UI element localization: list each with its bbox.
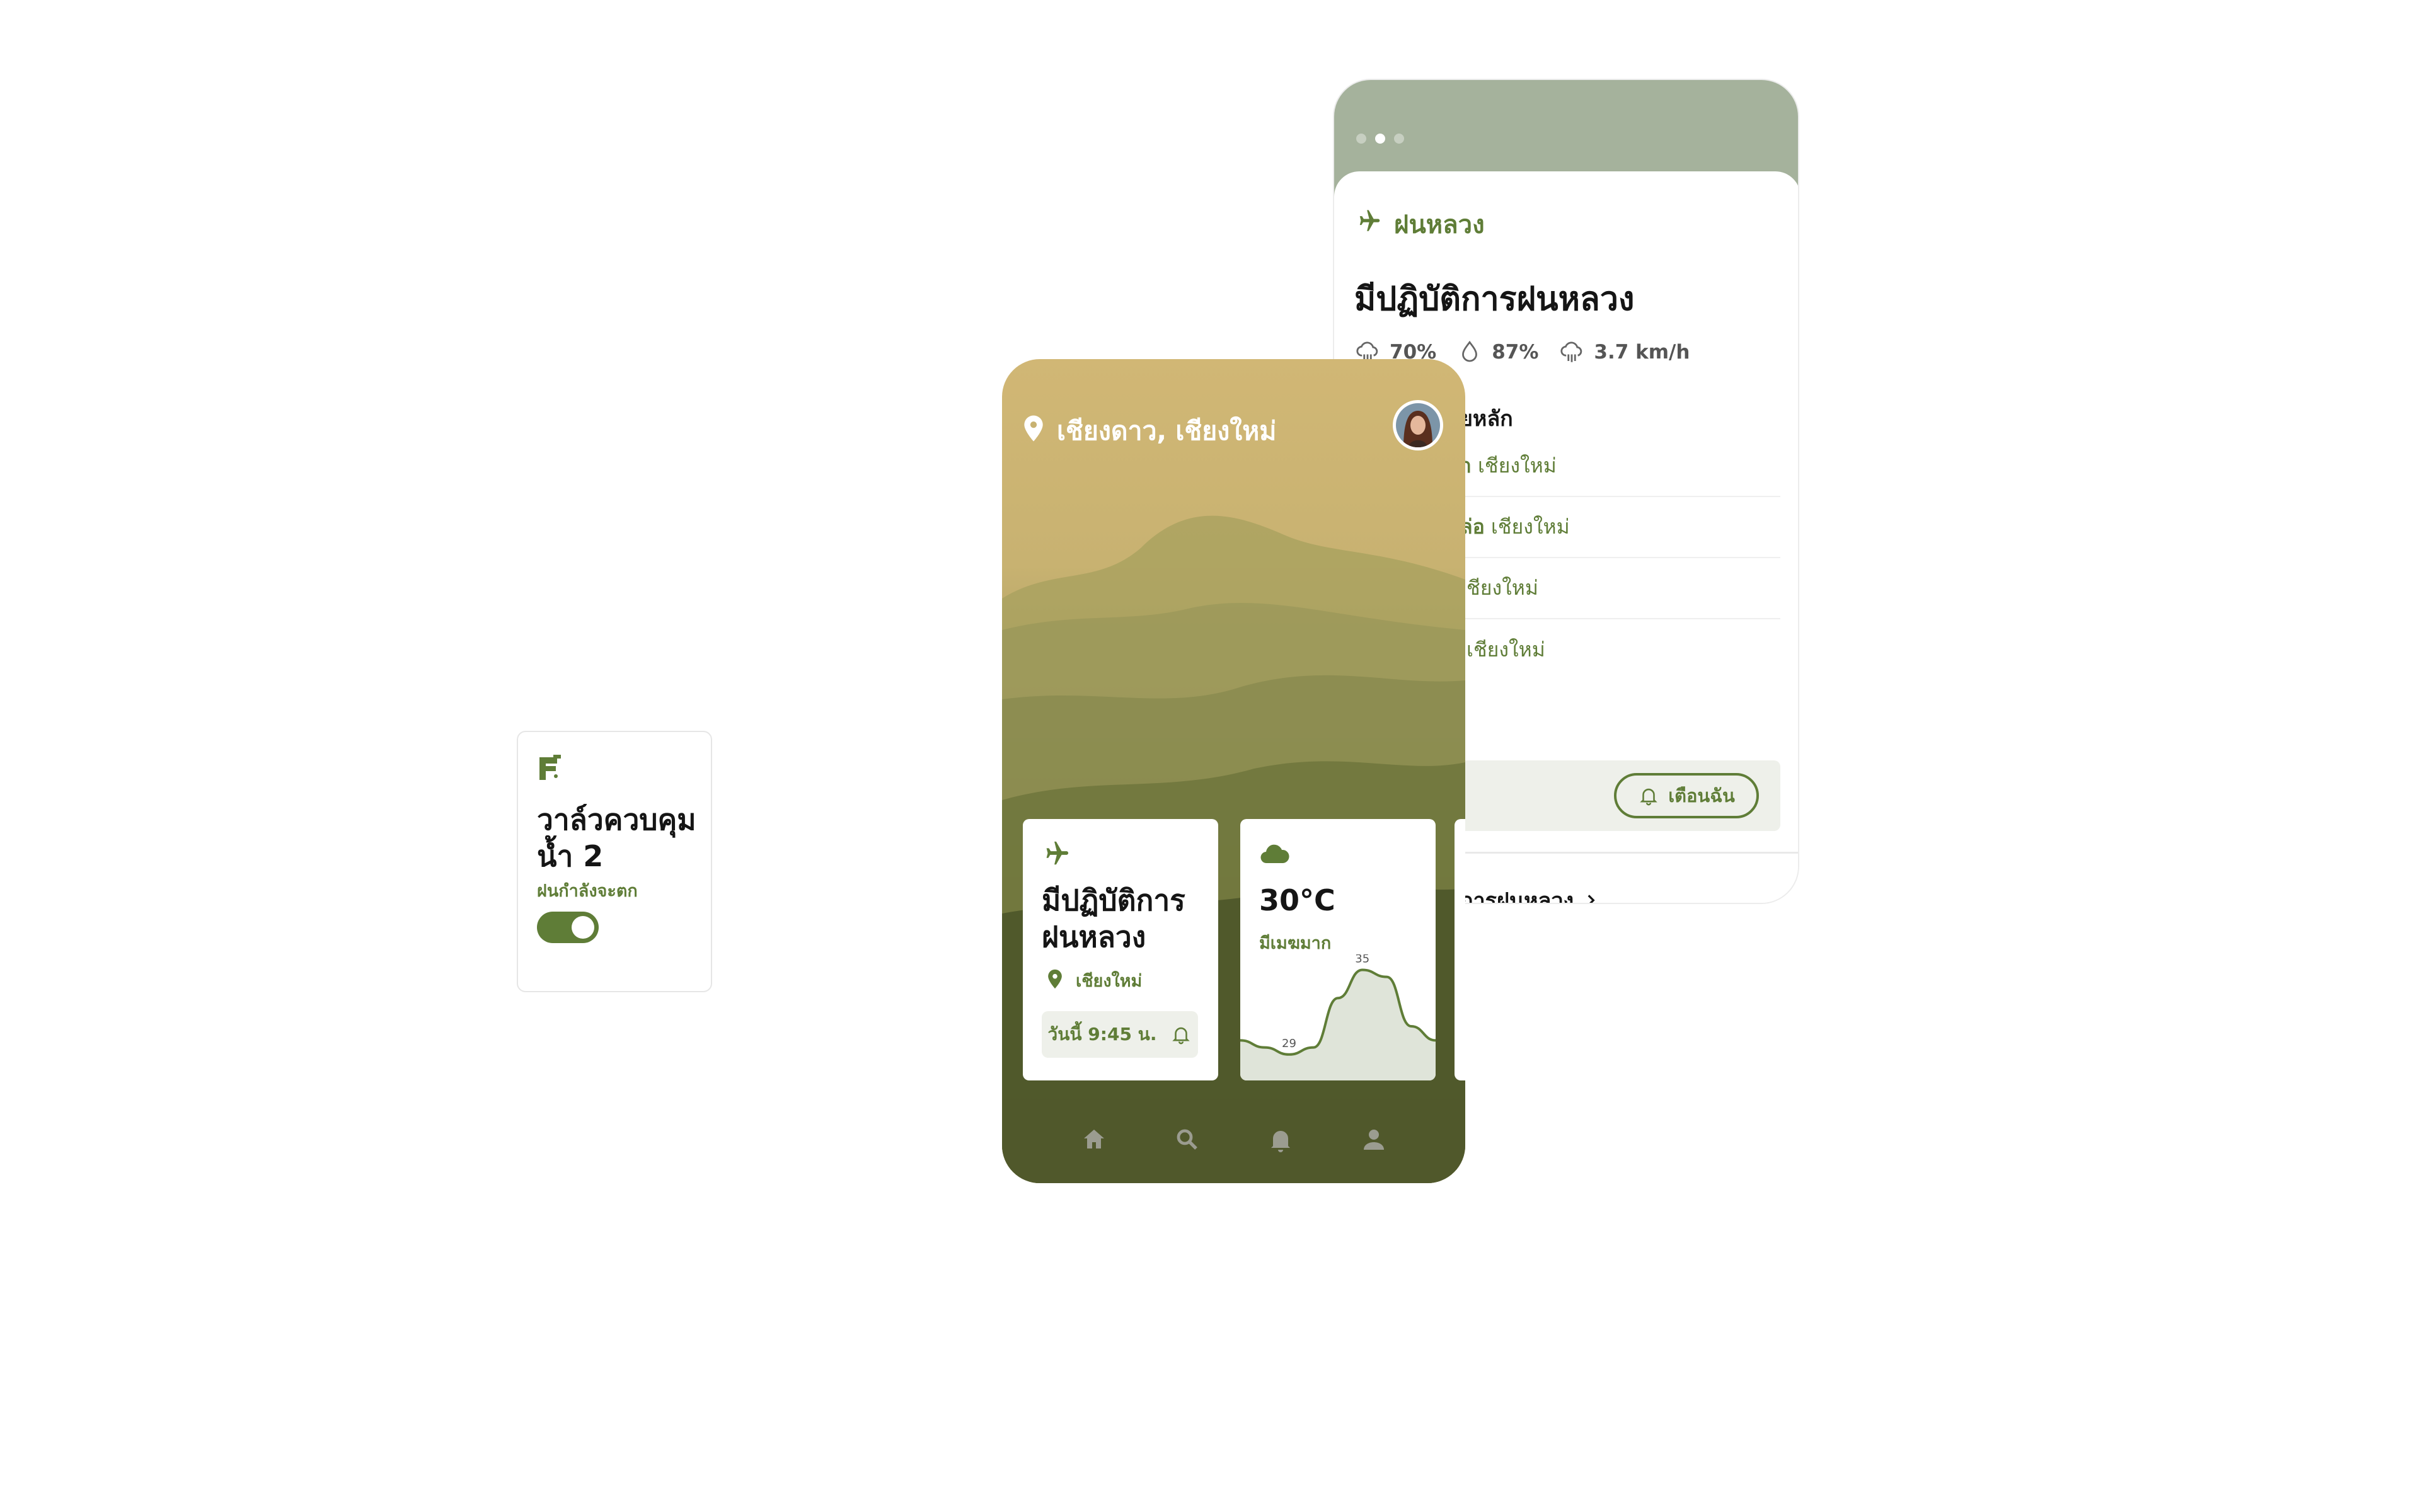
remind-me-label: เตือนฉัน xyxy=(1668,785,1735,806)
target-area-heading: ยหลัก xyxy=(1460,406,1513,432)
detail-title: มีปฏิบัติการฝนหลวง xyxy=(1354,280,1635,318)
operation-time-chip[interactable]: วันนี้ 9:45 น. xyxy=(1042,1011,1198,1058)
pager-dots[interactable] xyxy=(1356,134,1413,146)
rain-cloud-icon xyxy=(1560,341,1582,362)
avatar[interactable] xyxy=(1393,400,1443,450)
wind-speed: 3.7 km/h xyxy=(1594,341,1690,364)
pager-dot[interactable] xyxy=(1394,134,1404,144)
chart-max-label: 35 xyxy=(1355,954,1369,965)
temperature-chart: 29 35 xyxy=(1240,954,1436,1080)
chevron-right-icon xyxy=(1587,895,1595,903)
cloud-icon xyxy=(1260,844,1289,864)
weather-description: มีเมฆมาก xyxy=(1259,934,1332,953)
weather-card[interactable]: 30°C มีเมฆมาก 29 35 xyxy=(1240,819,1436,1080)
user-photo xyxy=(1396,403,1440,447)
more-operations-link[interactable]: ิการฝนหลวง xyxy=(1460,883,1599,904)
pager-dot[interactable] xyxy=(1356,134,1366,144)
valve-status: ฝนกำลังจะตก xyxy=(537,881,638,901)
phone-screen: เชียงดาว, เชียงใหม่ มีปฏิบัติการฝนหลวง เ… xyxy=(1002,359,1465,1183)
location-pin-icon xyxy=(1024,415,1043,442)
airplane-icon xyxy=(1046,841,1069,865)
profile-icon[interactable] xyxy=(1359,1125,1389,1155)
humidity: 87% xyxy=(1492,341,1539,364)
pager-dot-active[interactable] xyxy=(1375,134,1385,144)
valve-control-widget: วาล์วควบคุมน้ำ 2 ฝนกำลังจะตก xyxy=(517,731,712,992)
operation-location: เชียงใหม่ xyxy=(1076,971,1143,991)
valve-toggle[interactable] xyxy=(537,912,599,943)
remind-me-button[interactable]: เตือนฉัน xyxy=(1614,773,1759,818)
operation-time: วันนี้ 9:45 น. xyxy=(1047,1024,1157,1045)
bell-icon[interactable] xyxy=(1265,1125,1296,1155)
link-label: ิการฝนหลวง xyxy=(1460,888,1574,904)
operation-title: มีปฏิบัติการฝนหลวง xyxy=(1042,883,1185,954)
chart-area xyxy=(1240,970,1436,1080)
home-icon[interactable] xyxy=(1079,1125,1109,1155)
bell-icon xyxy=(1640,788,1657,806)
next-card-peek[interactable] xyxy=(1455,819,1465,1080)
royal-rain-card[interactable]: มีปฏิบัติการฝนหลวง เชียงใหม่ วันนี้ 9:45… xyxy=(1023,819,1218,1080)
temperature: 30°C xyxy=(1259,883,1335,917)
valve-title: วาล์วควบคุมน้ำ 2 xyxy=(537,803,696,873)
detail-tag: ฝนหลวง xyxy=(1394,210,1485,239)
location-pin-icon xyxy=(1048,969,1062,989)
bottom-nav xyxy=(1002,1125,1465,1162)
chart-min-label: 29 xyxy=(1282,1037,1296,1050)
current-location[interactable]: เชียงดาว, เชียงใหม่ xyxy=(1057,411,1276,452)
airplane-icon xyxy=(1359,210,1380,231)
toggle-knob xyxy=(572,916,594,939)
search-icon[interactable] xyxy=(1172,1125,1202,1155)
bell-icon xyxy=(1172,1027,1190,1045)
valve-icon xyxy=(539,755,561,780)
